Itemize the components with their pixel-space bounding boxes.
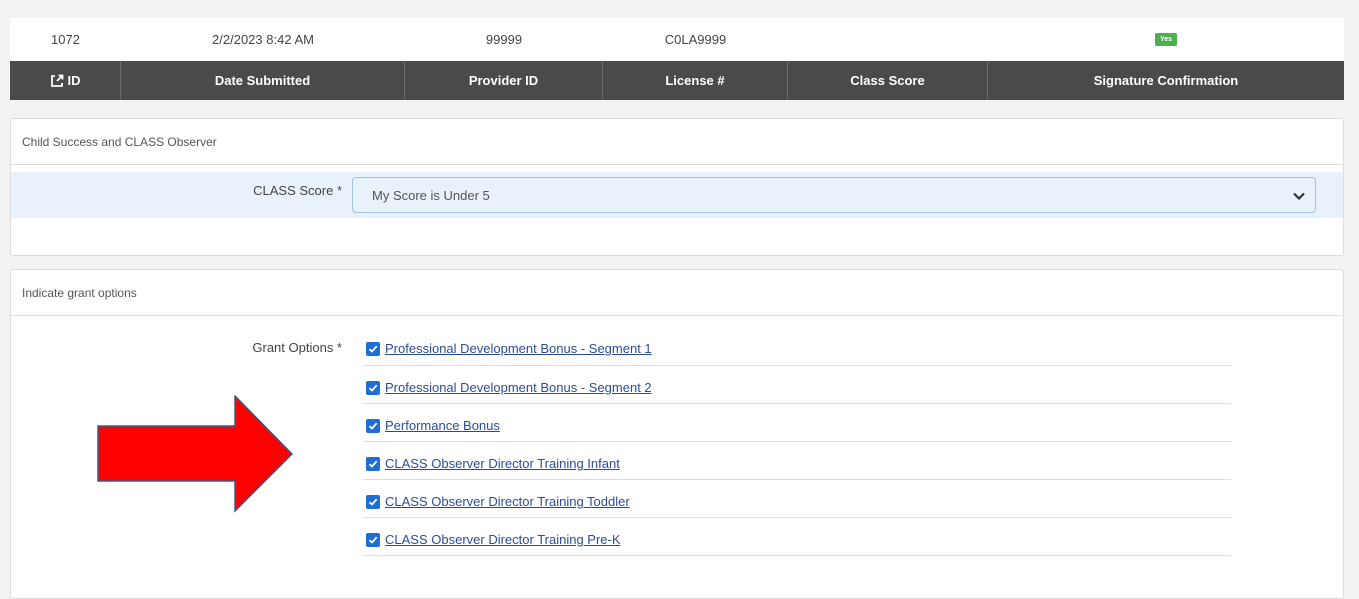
- header-class-score[interactable]: Class Score: [788, 61, 988, 100]
- checkbox-checked-icon[interactable]: [366, 418, 380, 433]
- grant-option: CLASS Observer Director Training Toddler: [363, 480, 1231, 518]
- checkbox-checked-icon[interactable]: [366, 341, 380, 356]
- grant-option: CLASS Observer Director Training Pre-K: [363, 518, 1231, 556]
- grant-option-link[interactable]: CLASS Observer Director Training Toddler: [385, 494, 630, 509]
- grant-options-list: Professional Development Bonus - Segment…: [363, 337, 1231, 556]
- header-date-submitted[interactable]: Date Submitted: [121, 61, 405, 100]
- value-class-score: [788, 18, 988, 61]
- grant-option: Performance Bonus: [363, 404, 1231, 442]
- value-date-submitted: 2/2/2023 8:42 AM: [212, 32, 314, 47]
- red-arrow-annotation: [97, 395, 294, 513]
- external-link-icon[interactable]: [50, 74, 64, 88]
- class-score-label: CLASS Score *: [253, 183, 342, 198]
- grant-option: Professional Development Bonus - Segment…: [363, 337, 1231, 366]
- value-id: 1072: [51, 32, 80, 47]
- checkbox-checked-icon[interactable]: [366, 456, 380, 471]
- value-signature-confirmation: Yes: [988, 18, 1344, 61]
- header-license[interactable]: License #: [603, 61, 788, 100]
- signature-yes-badge: Yes: [1154, 33, 1178, 46]
- class-score-row: CLASS Score * My Score is Under 5: [11, 172, 1343, 218]
- grant-option-link[interactable]: Performance Bonus: [385, 418, 500, 433]
- grant-option-link[interactable]: CLASS Observer Director Training Pre-K: [385, 532, 621, 547]
- header-provider-id[interactable]: Provider ID: [405, 61, 603, 100]
- chevron-down-icon: [1293, 188, 1305, 203]
- grant-option: Professional Development Bonus - Segment…: [363, 366, 1231, 404]
- grant-option-link[interactable]: Professional Development Bonus - Segment…: [385, 341, 652, 356]
- header-id-label: ID: [67, 73, 81, 88]
- observer-panel-heading: Child Success and CLASS Observer: [11, 119, 1343, 165]
- header-id[interactable]: ID: [10, 61, 121, 100]
- header-signature-confirmation[interactable]: Signature Confirmation: [988, 61, 1344, 100]
- grant-option-link[interactable]: CLASS Observer Director Training Infant: [385, 456, 620, 471]
- value-provider-id: 99999: [485, 32, 523, 47]
- class-score-select[interactable]: My Score is Under 5: [352, 177, 1316, 213]
- grant-panel-heading: Indicate grant options: [11, 270, 1343, 316]
- grant-option-link[interactable]: Professional Development Bonus - Segment…: [385, 380, 652, 395]
- observer-panel: Child Success and CLASS Observer CLASS S…: [10, 118, 1344, 256]
- checkbox-checked-icon[interactable]: [366, 380, 380, 395]
- checkbox-checked-icon[interactable]: [366, 532, 380, 547]
- class-score-selected-value: My Score is Under 5: [372, 187, 490, 203]
- summary-values-row: 1072 2/2/2023 8:42 AM 99999 C0LA9999 Yes: [10, 18, 1344, 61]
- summary-header-row: ID Date Submitted Provider ID License # …: [10, 61, 1344, 100]
- grant-option: CLASS Observer Director Training Infant: [363, 442, 1231, 480]
- grant-options-label: Grant Options *: [252, 340, 342, 355]
- value-license: C0LA9999: [664, 32, 727, 47]
- checkbox-checked-icon[interactable]: [366, 494, 380, 509]
- submission-summary-table: 1072 2/2/2023 8:42 AM 99999 C0LA9999 Yes…: [10, 18, 1344, 100]
